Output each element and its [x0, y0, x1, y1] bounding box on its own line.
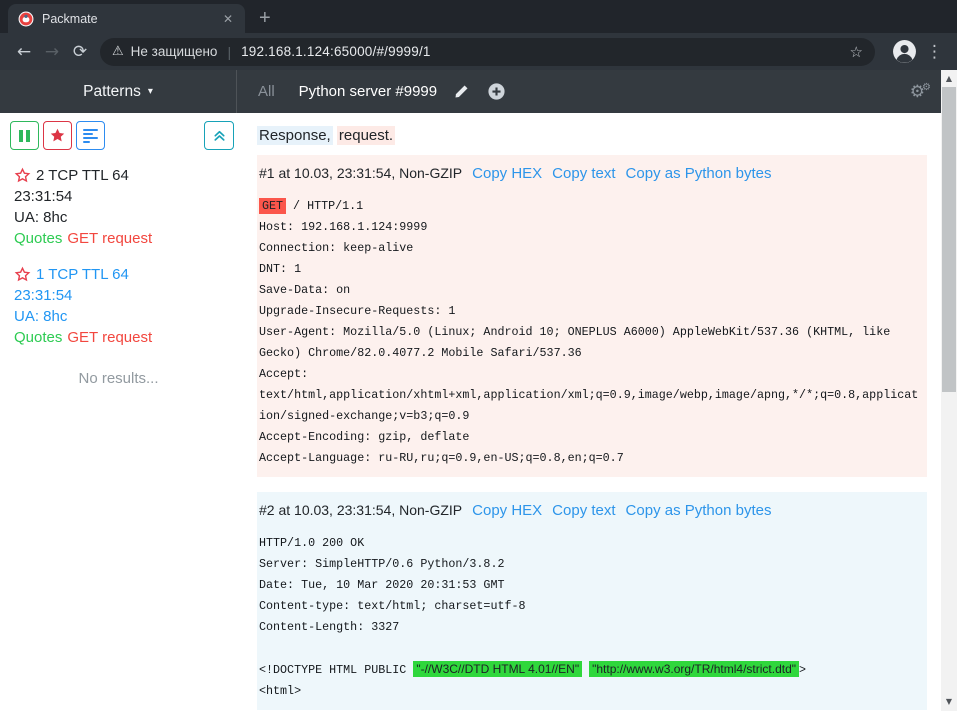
stream-tags: Quotes GET request — [14, 228, 237, 249]
packet-payload: GET / HTTP/1.1 Host: 192.168.1.124:9999 … — [259, 196, 925, 469]
packet-meta: #1 at 10.03, 23:31:54, Non-GZIP — [259, 165, 462, 181]
stream-tabs: All Python server #9999 — [237, 83, 505, 100]
tab-close-icon[interactable]: ✕ — [219, 10, 237, 28]
list-view-button[interactable] — [76, 121, 105, 150]
copy-text-link[interactable]: Copy text — [552, 165, 615, 182]
packet-block-request: #1 at 10.03, 23:31:54, Non-GZIP Copy HEX C… — [257, 155, 927, 477]
address-separator: | — [227, 44, 231, 60]
copy-hex-link[interactable]: Copy HEX — [472, 502, 542, 519]
stream-list-item-selected[interactable]: 1 TCP TTL 64 23:31:54 UA: 8hc Quotes GET … — [14, 264, 237, 348]
security-label: Не защищено — [131, 44, 218, 59]
tag-get-request: GET request — [67, 329, 152, 346]
copy-python-bytes-link[interactable]: Copy as Python bytes — [626, 165, 772, 182]
highlight-red: GET — [259, 198, 286, 214]
scroll-down-arrow-icon[interactable]: ▼ — [941, 694, 957, 709]
bookmark-star-icon[interactable]: ☆ — [850, 43, 863, 61]
chevron-down-icon: ▾ — [148, 86, 153, 97]
chevron-double-up-icon — [212, 128, 227, 143]
stream-title: 2 TCP TTL 64 — [36, 165, 129, 186]
align-left-icon — [83, 129, 98, 143]
stream-sidebar: 2 TCP TTL 64 23:31:54 UA: 8hc Quotes GET … — [0, 113, 237, 711]
patterns-dropdown[interactable]: Patterns ▾ — [0, 70, 237, 113]
app-navbar: Patterns ▾ All Python server #9999 ⚙⚙ — [0, 70, 941, 113]
tab-all[interactable]: All — [258, 83, 275, 100]
browser-menu-icon[interactable]: ⋮ — [926, 42, 943, 62]
address-bar[interactable]: ⚠ Не защищено | 192.168.1.124:65000/#/99… — [100, 38, 875, 66]
reload-icon[interactable]: ⟳ — [66, 42, 94, 62]
copy-python-bytes-link[interactable]: Copy as Python bytes — [626, 502, 772, 519]
tag-quotes: Quotes — [14, 329, 62, 346]
page-scrollbar[interactable]: ▲ ▼ — [941, 70, 957, 711]
pause-button[interactable] — [10, 121, 39, 150]
favorite-star-icon[interactable] — [14, 266, 31, 283]
packet-payload: HTTP/1.0 200 OK Server: SimpleHTTP/0.6 P… — [259, 533, 925, 702]
packmate-favicon — [18, 11, 34, 27]
no-results-text: No results... — [0, 370, 237, 387]
back-icon[interactable]: ← — [10, 42, 38, 62]
tag-get-request: GET request — [67, 230, 152, 247]
legend: Response, request. — [257, 125, 927, 146]
browser-toolbar: ← → ⟳ ⚠ Не защищено | 192.168.1.124:6500… — [0, 33, 957, 70]
favorites-filter-button[interactable] — [43, 121, 72, 150]
url-text[interactable]: 192.168.1.124:65000/#/9999/1 — [241, 44, 841, 59]
profile-avatar[interactable] — [892, 39, 917, 64]
legend-response: Response, — [257, 126, 333, 145]
security-warning-icon[interactable]: ⚠ — [112, 44, 124, 59]
edit-pencil-icon[interactable] — [454, 84, 469, 99]
packet-block-response: #2 at 10.03, 23:31:54, Non-GZIP Copy HEX C… — [257, 492, 927, 710]
scrollbar-thumb[interactable] — [942, 87, 956, 392]
star-icon — [49, 127, 66, 144]
stream-tags: Quotes GET request — [14, 327, 237, 348]
stream-user-agent: UA: 8hc — [14, 306, 237, 327]
sidebar-toolbar — [0, 121, 237, 150]
stream-time: 23:31:54 — [14, 285, 237, 306]
forward-icon[interactable]: → — [38, 42, 66, 62]
tag-quotes: Quotes — [14, 230, 62, 247]
patterns-label: Patterns — [83, 83, 141, 101]
legend-request: request. — [337, 126, 395, 145]
favorite-star-icon[interactable] — [14, 167, 31, 184]
pause-icon — [19, 130, 30, 142]
packet-header: #2 at 10.03, 23:31:54, Non-GZIP Copy HEX C… — [259, 500, 925, 521]
stream-user-agent: UA: 8hc — [14, 207, 237, 228]
collapse-all-button[interactable] — [204, 121, 234, 150]
copy-hex-link[interactable]: Copy HEX — [472, 165, 542, 182]
stream-title: 1 TCP TTL 64 — [36, 264, 129, 285]
packet-meta: #2 at 10.03, 23:31:54, Non-GZIP — [259, 502, 462, 518]
scroll-up-arrow-icon[interactable]: ▲ — [941, 71, 957, 86]
tab-current-stream[interactable]: Python server #9999 — [299, 83, 437, 100]
new-tab-icon[interactable]: + — [259, 8, 271, 28]
browser-tab-bar: Packmate ✕ + — [0, 0, 957, 33]
browser-tab[interactable]: Packmate ✕ — [8, 4, 245, 33]
packet-header: #1 at 10.03, 23:31:54, Non-GZIP Copy HEX C… — [259, 163, 925, 184]
highlight-green: "-//W3C//DTD HTML 4.01//EN" — [413, 661, 582, 677]
stream-list-item[interactable]: 2 TCP TTL 64 23:31:54 UA: 8hc Quotes GET … — [14, 165, 237, 249]
stream-time: 23:31:54 — [14, 186, 237, 207]
highlight-green: "http://www.w3.org/TR/html4/strict.dtd" — [589, 661, 799, 677]
tab-title: Packmate — [42, 12, 219, 26]
add-pattern-icon[interactable] — [488, 83, 505, 100]
copy-text-link[interactable]: Copy text — [552, 502, 615, 519]
settings-gears-icon[interactable]: ⚙⚙ — [910, 82, 928, 102]
packet-view: Response, request. #1 at 10.03, 23:31:54… — [237, 113, 941, 711]
